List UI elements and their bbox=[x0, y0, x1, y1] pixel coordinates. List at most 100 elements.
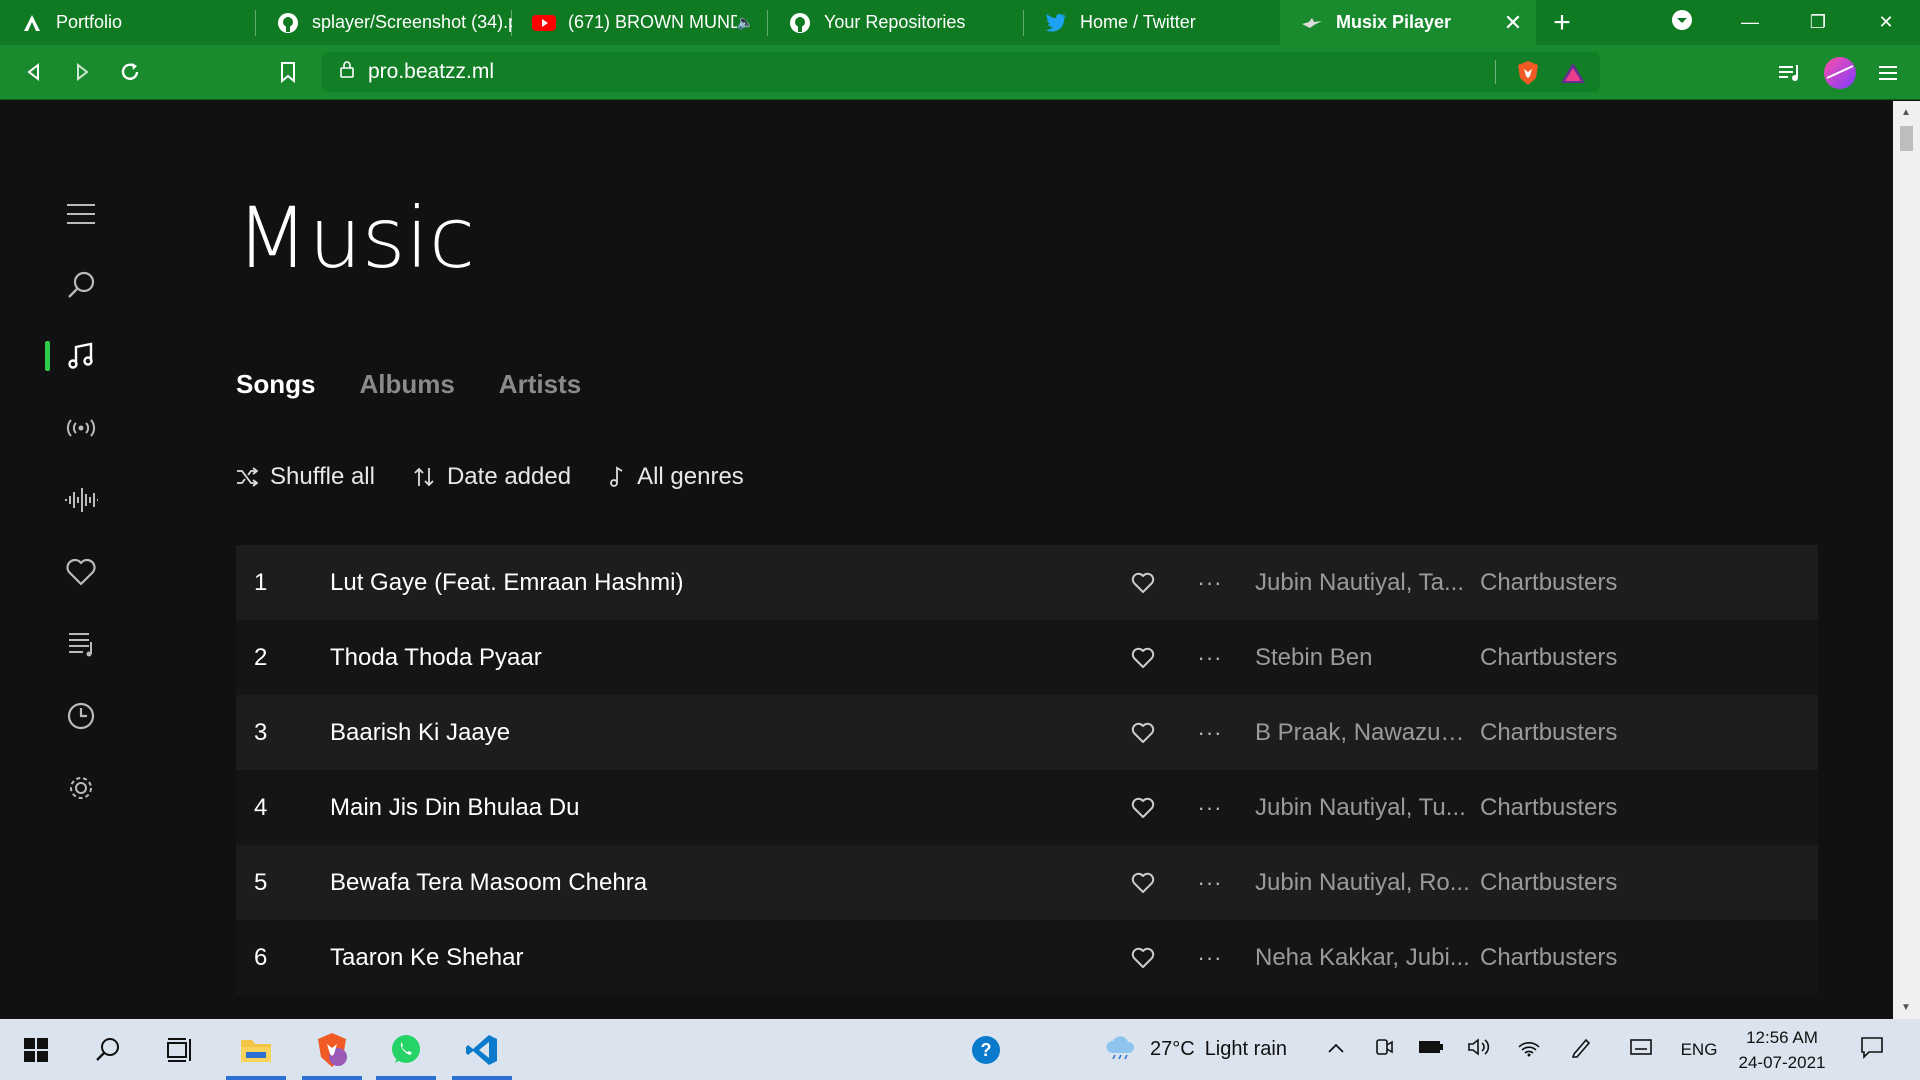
restore-button[interactable]: ❐ bbox=[1784, 0, 1852, 45]
like-heart-icon[interactable] bbox=[1120, 797, 1165, 819]
more-options-button[interactable]: ··· bbox=[1165, 795, 1255, 821]
sidebar-item-settings[interactable] bbox=[60, 767, 102, 809]
avatar bbox=[1824, 57, 1856, 89]
brave-browser-button[interactable] bbox=[300, 1019, 364, 1080]
song-artist[interactable]: Jubin Nautiyal, Ta... bbox=[1255, 569, 1480, 597]
minimize-button[interactable]: — bbox=[1716, 0, 1784, 45]
song-row[interactable]: 2 Thoda Thoda Pyaar ··· Stebin Ben Chartbust… bbox=[236, 620, 1818, 695]
song-row[interactable]: 6 Taaron Ke Shehar ··· Neha Kakkar, Jubi...… bbox=[236, 920, 1818, 995]
search-icon bbox=[68, 271, 95, 298]
input-language-indicator[interactable]: ENG bbox=[1676, 1019, 1722, 1080]
brave-rewards-icon[interactable] bbox=[1560, 62, 1586, 90]
tab-portfolio[interactable]: Portfolio bbox=[0, 0, 256, 45]
volume-button[interactable] bbox=[1462, 1019, 1496, 1080]
media-queue-button[interactable] bbox=[1766, 49, 1814, 97]
like-heart-icon[interactable] bbox=[1120, 872, 1165, 894]
profile-avatar[interactable] bbox=[1816, 49, 1864, 97]
song-row[interactable]: 3 Baarish Ki Jaaye ··· B Praak, Nawazud... C… bbox=[236, 695, 1818, 770]
song-artist[interactable]: Jubin Nautiyal, Tu... bbox=[1255, 794, 1480, 822]
reload-button[interactable] bbox=[106, 48, 154, 96]
windows-icon bbox=[24, 1037, 48, 1062]
help-button[interactable]: ? bbox=[954, 1019, 1018, 1080]
active-nav-indicator bbox=[45, 341, 50, 371]
song-artist[interactable]: Neha Kakkar, Jubi... bbox=[1255, 944, 1480, 972]
genre-filter-button[interactable]: All genres bbox=[609, 463, 744, 491]
address-bar[interactable]: pro.beatzz.ml bbox=[322, 52, 1600, 92]
radio-icon bbox=[67, 419, 95, 437]
like-heart-icon[interactable] bbox=[1120, 947, 1165, 969]
start-button[interactable] bbox=[4, 1019, 68, 1080]
more-options-button[interactable]: ··· bbox=[1165, 945, 1255, 971]
more-options-button[interactable]: ··· bbox=[1165, 870, 1255, 896]
tab-musix-pilayer[interactable]: Musix Pilayer ✕ bbox=[1280, 0, 1536, 45]
sidebar-item-playlists[interactable] bbox=[60, 623, 102, 665]
file-explorer-button[interactable] bbox=[224, 1019, 288, 1080]
song-genre[interactable]: Chartbusters bbox=[1480, 944, 1680, 972]
sidebar-item-menu[interactable] bbox=[60, 193, 102, 235]
song-genre[interactable]: Chartbusters bbox=[1480, 869, 1680, 897]
task-view-button[interactable] bbox=[148, 1019, 212, 1080]
tab-search-button[interactable] bbox=[1648, 0, 1716, 45]
close-tab-icon[interactable]: ✕ bbox=[1498, 10, 1528, 36]
song-artist[interactable]: B Praak, Nawazud... bbox=[1255, 719, 1480, 747]
more-options-button[interactable]: ··· bbox=[1165, 645, 1255, 671]
song-title: Bewafa Tera Masoom Chehra bbox=[330, 868, 648, 896]
like-heart-icon[interactable] bbox=[1120, 572, 1165, 594]
song-genre[interactable]: Chartbusters bbox=[1480, 644, 1680, 672]
sidebar-item-history[interactable] bbox=[60, 695, 102, 737]
sort-date-added-button[interactable]: Date added bbox=[413, 463, 571, 491]
show-hidden-icons-button[interactable] bbox=[1320, 1019, 1352, 1080]
more-options-button[interactable]: ··· bbox=[1165, 720, 1255, 746]
sidebar-item-music[interactable] bbox=[60, 335, 102, 377]
tab-artists[interactable]: Artists bbox=[499, 369, 581, 400]
close-window-button[interactable]: ✕ bbox=[1852, 0, 1920, 45]
meet-now-button[interactable] bbox=[1368, 1019, 1400, 1080]
like-heart-icon[interactable] bbox=[1120, 722, 1165, 744]
shuffle-all-button[interactable]: Shuffle all bbox=[236, 463, 375, 491]
forward-button[interactable] bbox=[58, 48, 106, 96]
new-tab-button[interactable]: + bbox=[1536, 0, 1588, 45]
song-genre[interactable]: Chartbusters bbox=[1480, 569, 1680, 597]
vscode-button[interactable] bbox=[450, 1019, 514, 1080]
song-row[interactable]: 5 Bewafa Tera Masoom Chehra ··· Jubin Nauti… bbox=[236, 845, 1818, 920]
tab-your-repositories[interactable]: Your Repositories bbox=[768, 0, 1024, 45]
battery-indicator[interactable] bbox=[1414, 1019, 1448, 1080]
scroll-down-arrow-icon[interactable]: ▼ bbox=[1901, 1002, 1911, 1013]
sidebar-item-search[interactable] bbox=[60, 264, 102, 306]
tab-youtube[interactable]: (671) BROWN MUND 🔈 bbox=[512, 0, 768, 45]
back-button[interactable] bbox=[10, 48, 58, 96]
wifi-button[interactable] bbox=[1512, 1019, 1546, 1080]
taskbar-search-button[interactable] bbox=[76, 1019, 140, 1080]
song-artist[interactable]: Stebin Ben bbox=[1255, 644, 1480, 672]
language-label: ENG bbox=[1680, 1039, 1718, 1059]
weather-widget[interactable]: 27°C Light rain bbox=[1104, 1019, 1287, 1080]
system-clock[interactable]: 12:56 AM 24-07-2021 bbox=[1722, 1025, 1842, 1075]
bookmark-button[interactable] bbox=[264, 48, 312, 96]
like-heart-icon[interactable] bbox=[1120, 647, 1165, 669]
chevron-down-icon bbox=[1671, 9, 1693, 36]
song-genre[interactable]: Chartbusters bbox=[1480, 719, 1680, 747]
tab-songs[interactable]: Songs bbox=[236, 369, 315, 400]
sidebar-item-favorites[interactable] bbox=[60, 551, 102, 593]
brave-shields-icon[interactable] bbox=[1516, 60, 1540, 92]
song-artist[interactable]: Jubin Nautiyal, Ro... bbox=[1255, 869, 1480, 897]
song-row[interactable]: 4 Main Jis Din Bhulaa Du ··· Jubin Nautiyal… bbox=[236, 770, 1818, 845]
sidebar-item-radio[interactable] bbox=[60, 407, 102, 449]
scrollbar-thumb[interactable] bbox=[1900, 126, 1913, 151]
tab-albums[interactable]: Albums bbox=[359, 369, 454, 400]
touch-keyboard-button[interactable] bbox=[1624, 1019, 1658, 1080]
sidebar-item-visualizer[interactable] bbox=[60, 479, 102, 521]
tab-title: Portfolio bbox=[56, 12, 123, 32]
tab-github-screenshot[interactable]: splayer/Screenshot (34).p bbox=[256, 0, 512, 45]
speaker-icon[interactable]: 🔈 bbox=[737, 14, 754, 31]
whatsapp-button[interactable] bbox=[374, 1019, 438, 1080]
notifications-button[interactable] bbox=[1852, 1019, 1892, 1080]
scroll-up-arrow-icon[interactable]: ▲ bbox=[1901, 107, 1911, 118]
song-row[interactable]: 1 Lut Gaye (Feat. Emraan Hashmi) ··· Jubin … bbox=[236, 545, 1818, 620]
page-scrollbar[interactable]: ▲ ▼ bbox=[1893, 101, 1920, 1019]
tab-twitter[interactable]: Home / Twitter bbox=[1024, 0, 1280, 45]
browser-menu-button[interactable] bbox=[1864, 49, 1912, 97]
pen-workspace-button[interactable] bbox=[1564, 1019, 1598, 1080]
more-options-button[interactable]: ··· bbox=[1165, 570, 1255, 596]
song-genre[interactable]: Chartbusters bbox=[1480, 794, 1680, 822]
